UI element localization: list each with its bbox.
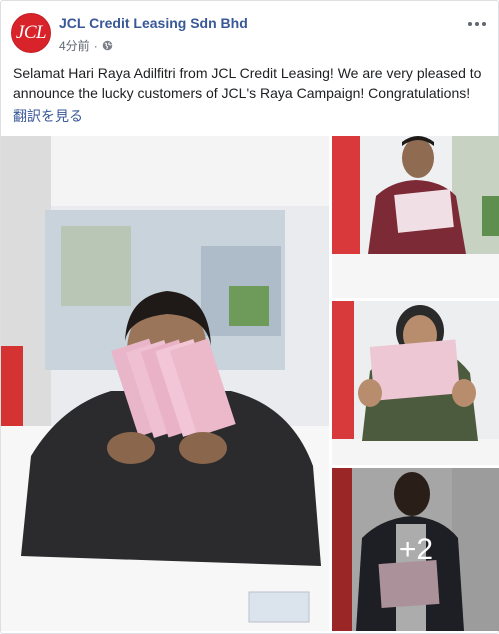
see-translation-link[interactable]: 翻訳を見る [13,106,83,126]
photo-thumbnail-1-image [332,136,499,298]
meta-separator: · [93,38,98,53]
photo-main[interactable] [1,136,329,631]
post-timestamp[interactable]: 4分前 [59,37,90,54]
globe-icon[interactable] [102,40,113,51]
photo-main-image [1,136,329,631]
photo-thumbnail-3[interactable]: +2 [332,468,499,631]
photo-grid: +2 [1,136,499,631]
page-name-link[interactable]: JCL Credit Leasing Sdn Bhd [59,15,248,31]
post-meta: 4分前 · [59,37,113,54]
post-text: Selamat Hari Raya Adilfitri from JCL Cre… [13,65,482,101]
photo-thumbnail-2[interactable] [332,301,499,465]
photo-thumbnail-1[interactable] [332,136,499,298]
photo-thumbnail-2-image [332,301,499,465]
avatar-logo-text: JCL [15,22,47,43]
page-avatar[interactable]: JCL [11,13,51,53]
facebook-post: JCL JCL Credit Leasing Sdn Bhd 4分前 · Sel… [0,0,499,634]
more-photos-overlay[interactable]: +2 [332,468,499,631]
post-header: JCL JCL Credit Leasing Sdn Bhd 4分前 · [11,11,489,55]
more-photos-count: +2 [398,532,434,566]
more-options-icon[interactable] [467,17,487,31]
